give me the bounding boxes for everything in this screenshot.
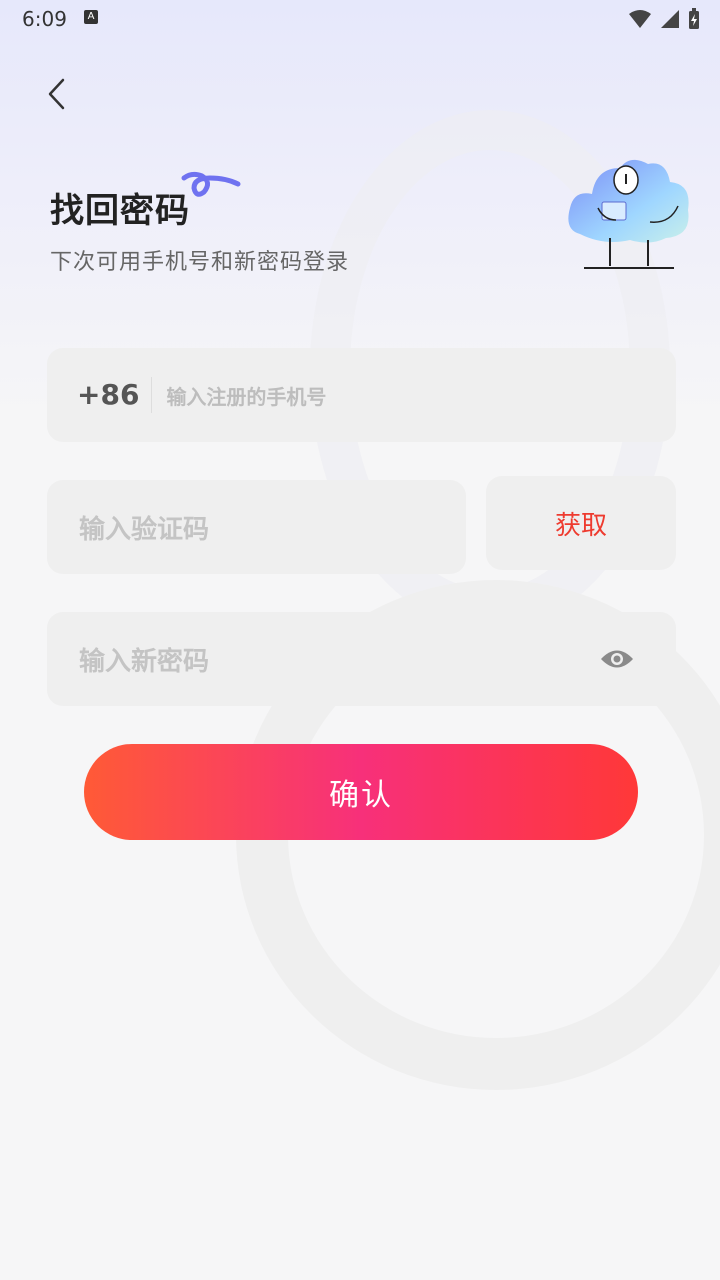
country-code[interactable]: +86 [77, 377, 153, 413]
page-title: 找回密码 [50, 191, 190, 231]
page-subtitle: 下次可用手机号和新密码登录 [50, 250, 350, 275]
new-password-field[interactable]: 输入新密码 [47, 612, 676, 706]
back-button[interactable] [40, 74, 80, 114]
verification-code-field[interactable]: 输入验证码 [47, 480, 466, 574]
notification-a-icon: A [84, 10, 98, 24]
cloud-character-illustration [568, 159, 689, 269]
phone-input-placeholder[interactable]: 输入注册的手机号 [166, 381, 326, 410]
new-password-placeholder[interactable]: 输入新密码 [79, 641, 600, 678]
status-icons [628, 8, 700, 30]
status-bar: 6:09 A [0, 0, 720, 36]
verification-code-placeholder[interactable]: 输入验证码 [79, 509, 209, 546]
signal-icon [661, 10, 679, 28]
confirm-button[interactable]: 确认 [84, 744, 638, 840]
status-time: 6:09 [22, 7, 67, 31]
back-arrow-icon [48, 78, 65, 110]
wifi-icon [629, 10, 651, 28]
phone-field[interactable]: +86 输入注册的手机号 [47, 348, 676, 442]
eye-icon[interactable] [600, 648, 634, 670]
get-code-button[interactable]: 获取 [486, 476, 676, 570]
battery-icon [689, 8, 699, 29]
